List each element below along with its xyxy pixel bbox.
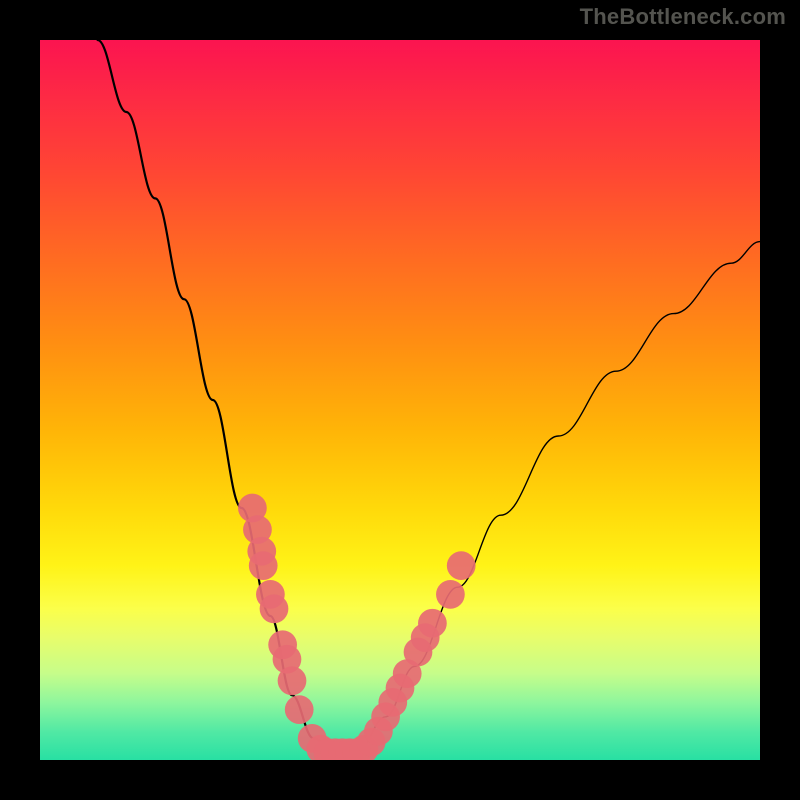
- chart-frame: TheBottleneck.com: [0, 0, 800, 800]
- watermark: TheBottleneck.com: [580, 4, 786, 30]
- curve-layer: [40, 40, 760, 760]
- markers: [238, 494, 476, 760]
- curve-left: [98, 40, 336, 753]
- plot-area: [40, 40, 760, 760]
